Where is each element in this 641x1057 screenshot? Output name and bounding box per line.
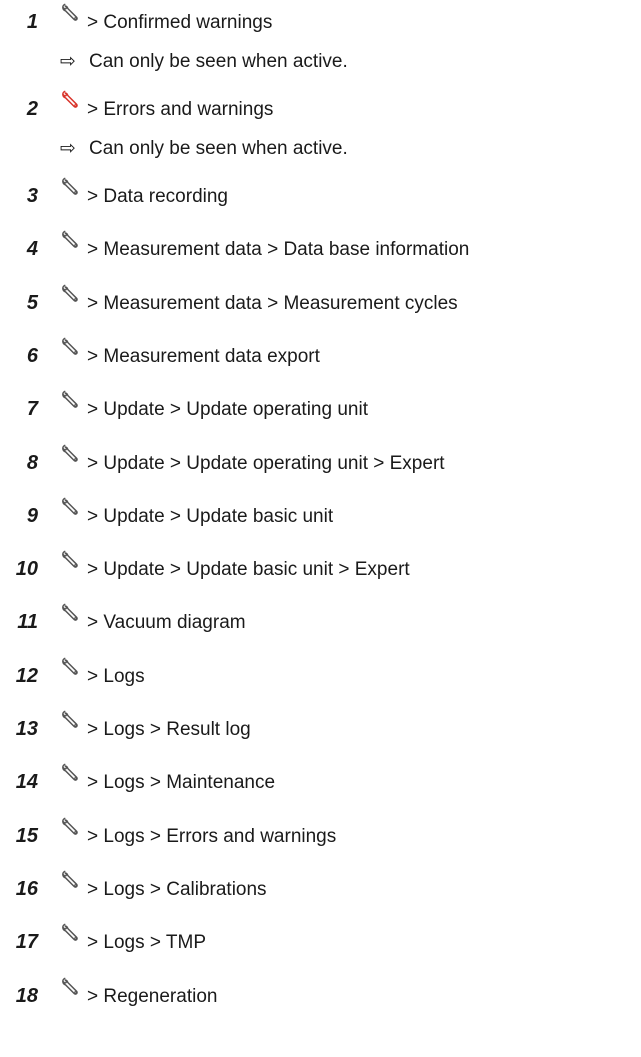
- item-note: ⇨ Can only be seen when active.: [0, 130, 641, 166]
- menu-path: > Logs > Calibrations: [87, 878, 267, 900]
- menu-path: > Vacuum diagram: [87, 612, 246, 634]
- menu-path: > Logs > TMP: [87, 932, 206, 954]
- menu-path: > Data recording: [87, 186, 228, 207]
- list-item: 4 > Measurement data > Data base informat…: [0, 227, 641, 267]
- item-note: ⇨ Can only be seen when active.: [0, 43, 641, 79]
- list-item: 15 > Logs > Errors and warnings: [0, 814, 641, 854]
- menu-path: > Confirmed warnings: [87, 12, 273, 33]
- list-item: 1 > Confirmed warnings: [0, 0, 641, 40]
- item-number: 10: [15, 558, 38, 581]
- item-number: 6: [26, 344, 38, 367]
- wrench-icon: [60, 389, 82, 411]
- wrench-icon: [60, 443, 82, 465]
- menu-path: > Measurement data > Data base informati…: [87, 239, 470, 261]
- item-number: 15: [15, 824, 38, 847]
- menu-path: > Logs > Result log: [87, 719, 251, 740]
- menu-path: > Measurement data export: [87, 345, 320, 367]
- menu-path: > Logs > Errors and warnings: [87, 825, 337, 847]
- menu-path: > Update > Update operating unit: [87, 399, 368, 421]
- list-item: 13 > Logs > Result log: [0, 707, 641, 747]
- wrench-icon: [60, 922, 82, 944]
- item-number: 7: [26, 398, 38, 421]
- list-item: 12 > Logs: [0, 654, 641, 694]
- wrench-icon: [60, 2, 82, 24]
- item-number: 3: [26, 185, 38, 207]
- list-item: 9 > Update > Update basic unit: [0, 494, 641, 534]
- item-number: 1: [26, 11, 38, 33]
- item-number: 17: [15, 931, 38, 954]
- item-number: 2: [26, 98, 38, 120]
- wrench-icon: [60, 283, 82, 305]
- menu-path: > Update > Update basic unit > Expert: [87, 559, 410, 581]
- item-number: 14: [15, 771, 38, 794]
- wrench-icon: [60, 656, 82, 678]
- list-item: 5 > Measurement data > Measurement cycles: [0, 281, 641, 321]
- list-item: 11 > Vacuum diagram: [0, 600, 641, 640]
- menu-path: > Logs: [87, 665, 145, 687]
- item-number: 4: [26, 238, 38, 261]
- wrench-icon: [60, 602, 82, 624]
- list-item: 10 > Update > Update basic unit > Expert: [0, 547, 641, 587]
- list-item: 2 > Errors and warnings: [0, 87, 641, 127]
- menu-path: > Update > Update basic unit: [87, 505, 334, 527]
- note-text: Can only be seen when active.: [89, 51, 348, 72]
- wrench-icon: [60, 229, 82, 251]
- wrench-icon: [60, 709, 82, 731]
- menu-path: > Update > Update operating unit > Exper…: [87, 452, 445, 474]
- item-number: 5: [26, 291, 38, 314]
- item-number: 9: [26, 504, 38, 527]
- note-text: Can only be seen when active.: [89, 138, 348, 159]
- list-item: 18 > Regeneration: [0, 974, 641, 1014]
- wrench-icon: [60, 176, 82, 198]
- wrench-icon: [60, 89, 82, 111]
- list-item: 16 > Logs > Calibrations: [0, 867, 641, 907]
- wrench-icon: [60, 816, 82, 838]
- list-item: 14 > Logs > Maintenance: [0, 760, 641, 800]
- item-number: 8: [26, 451, 38, 474]
- item-number: 18: [15, 984, 38, 1007]
- wrench-icon: [60, 336, 82, 358]
- list-item: 6 > Measurement data export: [0, 334, 641, 374]
- list-item: 3 > Data recording: [0, 174, 641, 214]
- list-item: 17 > Logs > TMP: [0, 920, 641, 960]
- wrench-icon: [60, 549, 82, 571]
- item-number: 13: [15, 718, 38, 740]
- list-item: 8 > Update > Update operating unit > Expe…: [0, 441, 641, 481]
- wrench-icon: [60, 496, 82, 518]
- menu-path: > Regeneration: [87, 985, 218, 1007]
- menu-path: > Measurement data > Measurement cycles: [87, 292, 458, 314]
- result-arrow-icon: ⇨: [60, 50, 76, 72]
- item-number: 16: [15, 877, 38, 900]
- list-item: 7 > Update > Update operating unit: [0, 387, 641, 427]
- wrench-icon: [60, 762, 82, 784]
- item-number: 12: [15, 664, 38, 687]
- menu-path: > Errors and warnings: [87, 99, 274, 120]
- result-arrow-icon: ⇨: [60, 137, 76, 159]
- menu-path: > Logs > Maintenance: [87, 772, 276, 794]
- wrench-icon: [60, 869, 82, 891]
- item-number: 11: [17, 611, 38, 634]
- wrench-icon: [60, 976, 82, 998]
